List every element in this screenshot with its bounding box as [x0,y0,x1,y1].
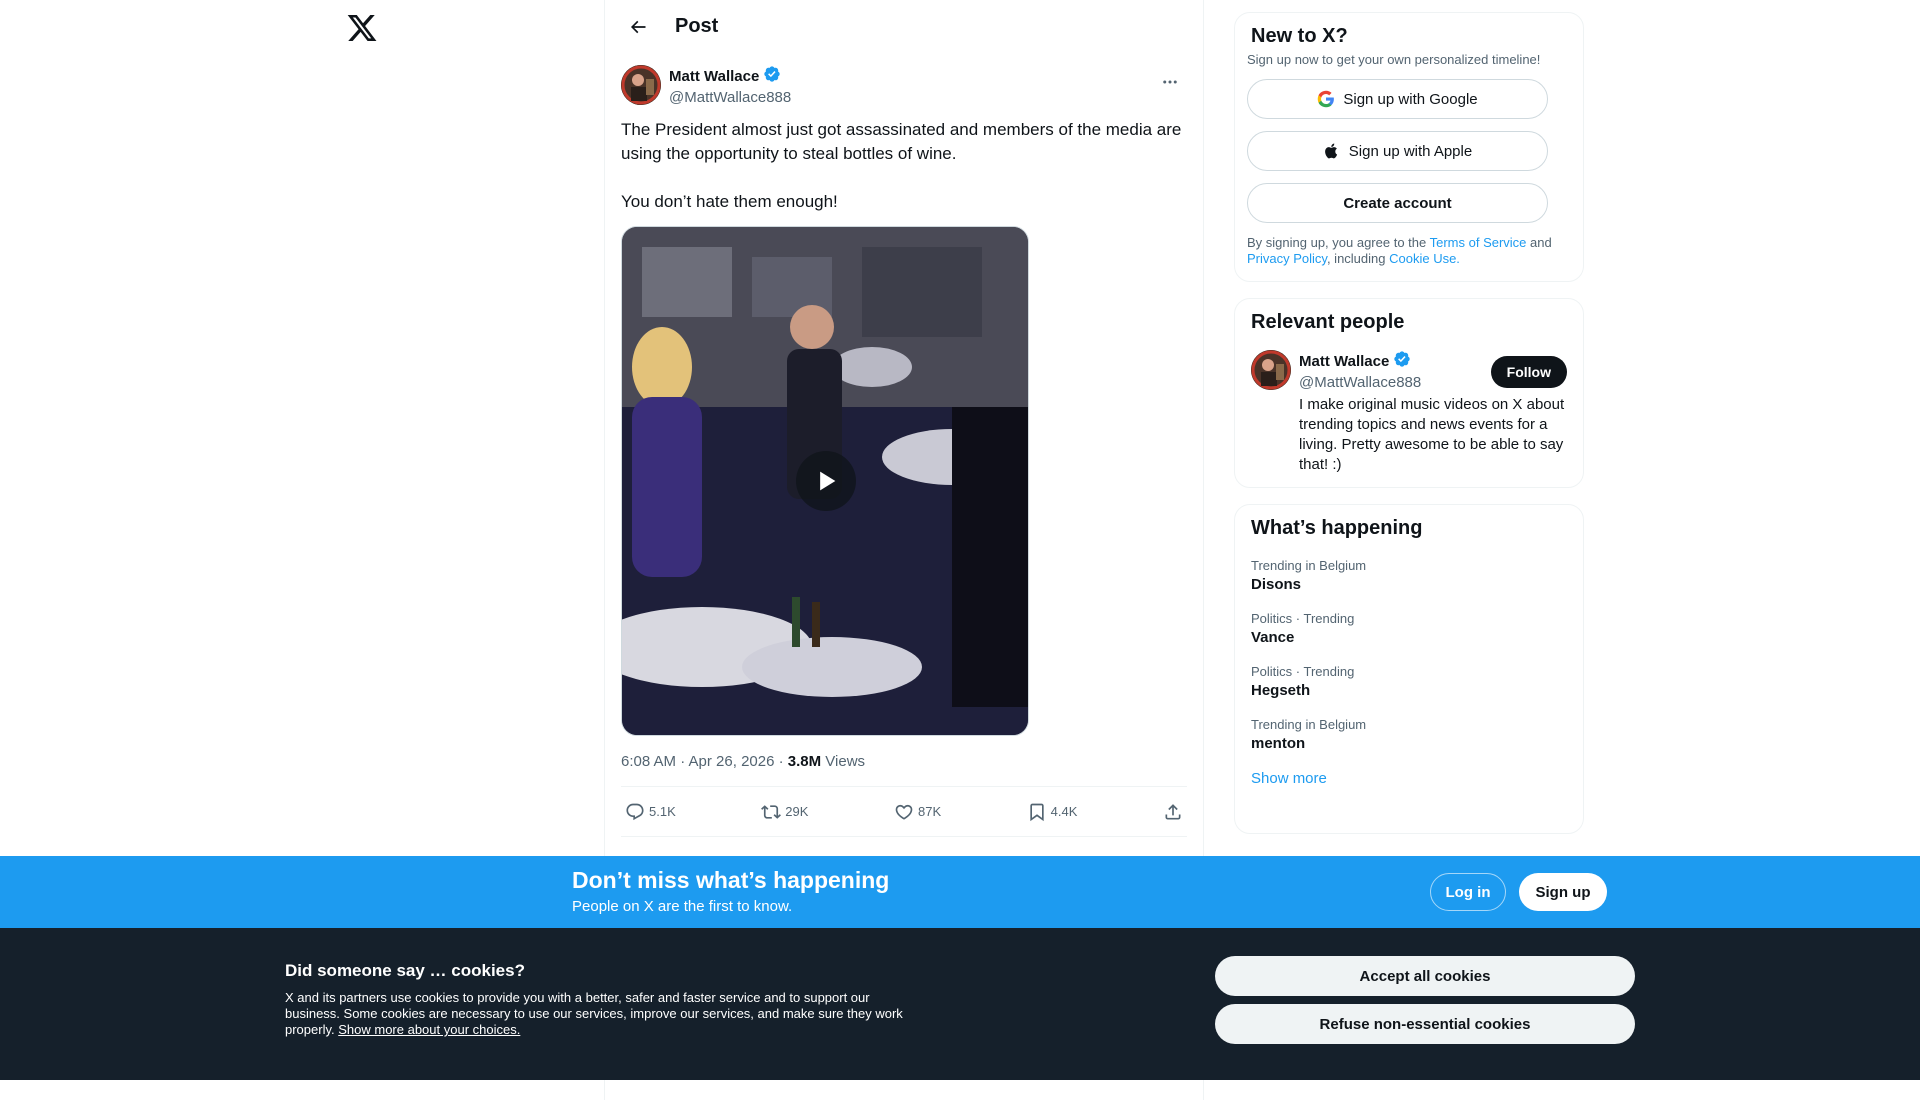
back-arrow-icon[interactable] [621,10,655,44]
banner-subtitle: People on X are the first to know. [572,898,793,915]
trend-topic: menton [1251,735,1306,752]
post-timestamp[interactable]: 6:08 AM · Apr 26, 2026 · [621,753,788,770]
relevant-people-card: Relevant people Matt Wallace @MattWallac… [1234,298,1584,488]
play-button[interactable] [796,451,856,511]
signup-google-button[interactable]: Sign up with Google [1247,79,1548,119]
cookie-title: Did someone say … cookies? [285,961,525,980]
x-logo-icon[interactable] [346,12,378,44]
share-icon [1165,803,1181,819]
share-button[interactable] [1163,802,1183,822]
trend-item[interactable]: Politics · Trending Hegseth [1251,664,1567,699]
google-icon [1318,90,1335,108]
heart-icon [895,804,913,820]
show-more-link[interactable]: Show more [1251,770,1567,787]
signup-title: New to X? [1251,25,1348,47]
trend-context: Politics · Trending [1251,611,1355,626]
trend-item[interactable]: Politics · Trending Vance [1251,611,1567,646]
play-icon [820,471,836,491]
privacy-link[interactable]: Privacy Policy [1247,251,1327,266]
author-handle[interactable]: @MattWallace888 [669,89,791,106]
trend-context: Trending in Belgium [1251,558,1367,573]
trend-item[interactable]: Trending in Belgium menton [1251,717,1567,752]
repost-count: 29K [785,804,809,819]
trend-item[interactable]: Trending in Belgium Disons [1251,558,1567,593]
post-video[interactable] [621,226,1029,736]
views-label: Views [821,753,866,770]
right-sidebar: New to X? Sign up now to get your own pe… [1234,12,1584,850]
views-count: 3.8M [787,753,822,770]
apple-icon [1324,143,1337,159]
person-name[interactable]: Matt Wallace [1299,353,1389,370]
person-bio: I make original music videos on X about … [1299,396,1565,473]
cookie-banner: Did someone say … cookies? X and its par… [0,928,1920,1080]
signup-card: New to X? Sign up now to get your own pe… [1234,12,1584,282]
signup-apple-label: Sign up with Apple [1348,142,1473,160]
post: Matt Wallace @MattWallace888 The Preside… [605,53,1203,837]
trends-title: What’s happening [1251,517,1423,539]
repost-icon [761,804,782,819]
cookie-choices-link[interactable]: Show more about your choices. [338,1022,520,1037]
accept-cookies-button[interactable]: Accept all cookies [1215,956,1635,996]
legal-text: , including [1326,251,1390,266]
bookmark-icon [1030,803,1044,821]
reply-button[interactable]: 5.1K [625,802,676,822]
signup-subtitle: Sign up now to get your own personalized… [1247,52,1541,67]
post-actions: 5.1K 29K 87K 4.4K [621,787,1187,837]
create-account-button[interactable]: Create account [1247,183,1548,223]
trend-topic: Disons [1251,576,1302,593]
relevant-people-title: Relevant people [1251,311,1405,333]
trend-topic: Vance [1251,629,1295,646]
signup-banner: Don’t miss what’s happening People on X … [0,856,1920,928]
signup-google-label: Sign up with Google [1343,90,1478,108]
terms-link[interactable]: Terms of Service [1430,235,1527,250]
top-bar: Post [605,0,1203,53]
bookmark-count: 4.4K [1050,804,1078,819]
author-name[interactable]: Matt Wallace [669,68,759,85]
post-author: Matt Wallace @MattWallace888 [621,65,1187,106]
follow-button[interactable]: Follow [1490,356,1567,388]
signup-legal: By signing up, you agree to the Terms of… [1247,235,1571,267]
trend-context: Trending in Belgium [1251,717,1367,732]
legal-text: and [1526,235,1552,250]
banner-title: Don’t miss what’s happening [572,867,890,893]
avatar[interactable] [621,65,661,105]
verified-badge-icon [1393,350,1411,373]
like-button[interactable]: 87K [894,802,941,822]
verified-badge-icon [763,65,781,88]
person-item[interactable]: Matt Wallace @MattWallace888 I make orig… [1251,350,1567,475]
bookmark-button[interactable]: 4.4K [1027,802,1078,822]
legal-text: By signing up, you agree to the [1247,235,1430,250]
repost-button[interactable]: 29K [761,802,808,822]
signup-apple-button[interactable]: Sign up with Apple [1247,131,1548,171]
reply-icon [626,803,644,820]
signup-button[interactable]: Sign up [1519,873,1607,911]
login-button[interactable]: Log in [1430,873,1506,911]
like-count: 87K [917,804,942,819]
cookie-text: X and its partners use cookies to provid… [285,990,925,1038]
cookie-use-link[interactable]: Cookie Use. [1389,251,1460,266]
page-title: Post [675,15,719,37]
trend-topic: Hegseth [1251,682,1311,699]
trends-card: What’s happening Trending in Belgium Dis… [1234,504,1584,834]
avatar[interactable] [1251,350,1291,390]
more-options-icon[interactable] [1153,65,1187,99]
trend-context: Politics · Trending [1251,664,1355,679]
refuse-cookies-button[interactable]: Refuse non-essential cookies [1215,1004,1635,1044]
post-metadata: 6:08 AM · Apr 26, 2026 · 3.8M Views [621,753,1187,787]
post-text: The President almost just got assassinat… [621,120,1182,211]
reply-count: 5.1K [649,804,676,819]
